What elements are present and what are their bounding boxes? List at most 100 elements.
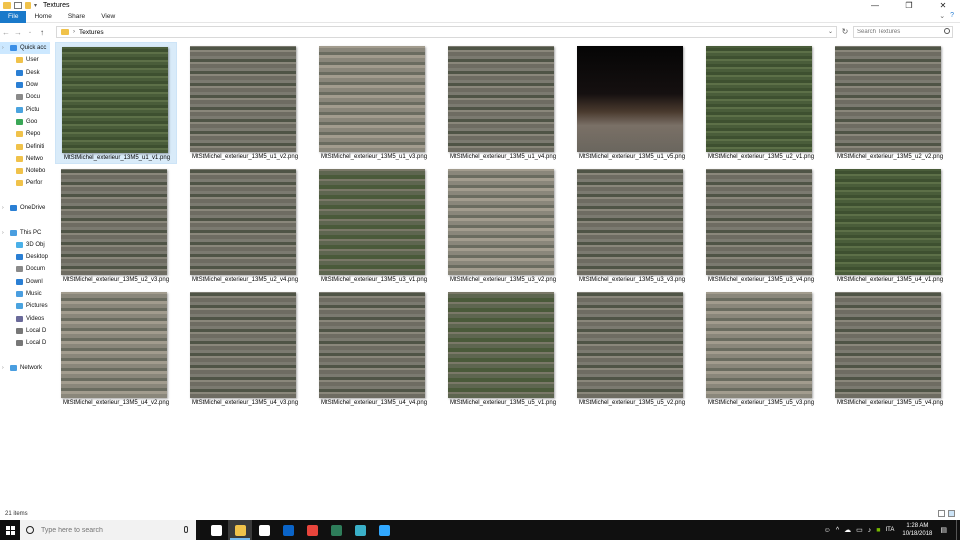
file-item[interactable]: MtStMichel_exterieur_13M5_u5_v1.png bbox=[442, 288, 564, 410]
file-item[interactable]: MtStMichel_exterieur_13M5_u3_v1.png bbox=[313, 165, 435, 287]
nav-item[interactable]: Notebo bbox=[0, 165, 50, 177]
tab-file[interactable]: File bbox=[0, 10, 27, 23]
file-item[interactable]: MtStMichel_exterieur_13M5_u1_v4.png bbox=[442, 42, 564, 164]
nav-item[interactable]: › This PC bbox=[0, 226, 50, 238]
file-item[interactable]: MtStMichel_exterieur_13M5_u2_v1.png bbox=[700, 42, 822, 164]
nav-item[interactable]: User bbox=[0, 54, 50, 66]
file-explorer-taskbar-button[interactable] bbox=[228, 520, 252, 540]
refresh-button[interactable]: ↻ bbox=[840, 27, 850, 36]
nav-item[interactable]: Dow bbox=[0, 79, 50, 91]
expand-arrow-icon[interactable]: › bbox=[2, 45, 4, 51]
nav-item-label: Docu bbox=[26, 94, 41, 101]
file-name: MtStMichel_exterieur_13M5_u1_v4.png bbox=[449, 154, 557, 160]
nav-item[interactable]: Downl bbox=[0, 276, 50, 288]
language-indicator[interactable]: ITA bbox=[885, 527, 894, 533]
nav-item[interactable]: Docu bbox=[0, 91, 50, 103]
taskbar-search-input[interactable] bbox=[41, 526, 171, 534]
microphone-icon[interactable] bbox=[184, 526, 188, 533]
folder-icon bbox=[16, 131, 23, 138]
network-icon[interactable]: ▭ bbox=[856, 526, 863, 534]
back-button[interactable]: ← bbox=[0, 28, 12, 37]
recent-locations-button[interactable]: ⌄ bbox=[24, 29, 36, 35]
nav-item[interactable]: Repo bbox=[0, 128, 50, 140]
nav-item[interactable]: Music bbox=[0, 288, 50, 300]
store-taskbar-button[interactable] bbox=[252, 520, 276, 540]
file-item[interactable]: MtStMichel_exterieur_13M5_u3_v3.png bbox=[571, 165, 693, 287]
nav-item[interactable]: Goo bbox=[0, 116, 50, 128]
large-icons-view-button[interactable] bbox=[948, 510, 955, 517]
file-item[interactable]: MtStMichel_exterieur_13M5_u3_v4.png bbox=[700, 165, 822, 287]
details-view-button[interactable] bbox=[938, 510, 945, 517]
nav-item[interactable]: Local D bbox=[0, 325, 50, 337]
help-icon[interactable]: ? bbox=[950, 12, 954, 20]
expand-ribbon-icon[interactable]: ⌄ bbox=[939, 12, 945, 20]
nav-item[interactable]: Netwo bbox=[0, 153, 50, 165]
expand-arrow-icon[interactable]: › bbox=[2, 205, 4, 211]
nav-item[interactable]: Pictu bbox=[0, 103, 50, 115]
task-view-taskbar-button[interactable] bbox=[204, 520, 228, 540]
nav-item[interactable]: 3D Obj bbox=[0, 239, 50, 251]
show-desktop-button[interactable] bbox=[956, 520, 960, 540]
file-item[interactable]: MtStMichel_exterieur_13M5_u4_v1.png bbox=[829, 165, 951, 287]
up-button[interactable]: ↑ bbox=[36, 28, 48, 37]
people-icon[interactable]: ☺ bbox=[824, 527, 831, 534]
file-item[interactable]: MtStMichel_exterieur_13M5_u4_v4.png bbox=[313, 288, 435, 410]
chevron-down-icon[interactable]: ⌄ bbox=[828, 28, 833, 35]
file-item[interactable]: MtStMichel_exterieur_13M5_u3_v2.png bbox=[442, 165, 564, 287]
file-item[interactable]: MtStMichel_exterieur_13M5_u5_v2.png bbox=[571, 288, 693, 410]
tab-view[interactable]: View bbox=[93, 11, 123, 23]
start-button[interactable] bbox=[0, 520, 20, 540]
address-bar[interactable]: › Textures ⌄ bbox=[56, 26, 837, 38]
file-item[interactable]: MtStMichel_exterieur_13M5_u1_v3.png bbox=[313, 42, 435, 164]
nav-item[interactable]: Desk bbox=[0, 67, 50, 79]
app-taskbar-button[interactable] bbox=[324, 520, 348, 540]
nvidia-icon[interactable]: ■ bbox=[876, 527, 880, 534]
file-item[interactable]: MtStMichel_exterieur_13M5_u4_v2.png bbox=[55, 288, 177, 410]
nav-item[interactable]: Local D bbox=[0, 337, 50, 349]
nav-item[interactable]: › Quick acc bbox=[0, 42, 50, 55]
breadcrumb-textures[interactable]: Textures bbox=[79, 29, 104, 36]
nav-item[interactable]: Definiti bbox=[0, 140, 50, 152]
file-item[interactable]: MtStMichel_exterieur_13M5_u2_v2.png bbox=[829, 42, 951, 164]
file-item[interactable]: MtStMichel_exterieur_13M5_u5_v3.png bbox=[700, 288, 822, 410]
maximize-button[interactable]: ❐ bbox=[892, 0, 926, 11]
photoshop-taskbar-button[interactable] bbox=[372, 520, 396, 540]
minimize-button[interactable]: — bbox=[858, 0, 892, 11]
nav-item[interactable]: Perfor bbox=[0, 177, 50, 189]
nav-item[interactable]: › OneDrive bbox=[0, 202, 50, 214]
onedrive-icon[interactable]: ☁ bbox=[844, 526, 851, 534]
taskbar-search[interactable] bbox=[20, 520, 196, 540]
file-item[interactable]: MtStMichel_exterieur_13M5_u2_v3.png bbox=[55, 165, 177, 287]
volume-icon[interactable]: ♪ bbox=[868, 527, 872, 534]
chrome-taskbar-button[interactable] bbox=[300, 520, 324, 540]
file-item[interactable]: MtStMichel_exterieur_13M5_u5_v4.png bbox=[829, 288, 951, 410]
nav-item[interactable]: Pictures bbox=[0, 300, 50, 312]
app-icon bbox=[330, 524, 342, 536]
tab-home[interactable]: Home bbox=[26, 11, 59, 23]
tab-share[interactable]: Share bbox=[60, 11, 93, 23]
file-item[interactable]: MtStMichel_exterieur_13M5_u1_v5.png bbox=[571, 42, 693, 164]
clock[interactable]: 1:28 AM 10/18/2018 bbox=[899, 522, 935, 538]
file-item[interactable]: MtStMichel_exterieur_13M5_u2_v4.png bbox=[184, 165, 306, 287]
forward-button[interactable]: → bbox=[12, 28, 24, 37]
meshlab-taskbar-button[interactable] bbox=[348, 520, 372, 540]
customize-toolbar-icon[interactable]: ▾ bbox=[34, 2, 37, 9]
folder-icon[interactable] bbox=[3, 2, 11, 9]
show-hidden-icons-icon[interactable]: ^ bbox=[836, 527, 839, 534]
file-item[interactable]: MtStMichel_exterieur_13M5_u1_v2.png bbox=[184, 42, 306, 164]
properties-icon[interactable] bbox=[14, 2, 22, 9]
nav-item[interactable]: Desktop bbox=[0, 251, 50, 263]
file-item[interactable]: MtStMichel_exterieur_13M5_u1_v1.png bbox=[55, 42, 177, 164]
nav-item[interactable]: Videos bbox=[0, 313, 50, 325]
outlook-taskbar-button[interactable] bbox=[276, 520, 300, 540]
expand-arrow-icon[interactable]: › bbox=[2, 230, 4, 236]
file-item[interactable]: MtStMichel_exterieur_13M5_u4_v3.png bbox=[184, 288, 306, 410]
nav-item[interactable]: › Network bbox=[0, 362, 50, 374]
expand-arrow-icon[interactable]: › bbox=[2, 365, 4, 371]
action-center-icon[interactable]: ▤ bbox=[940, 526, 947, 534]
search-input[interactable] bbox=[853, 26, 953, 38]
close-button[interactable]: ✕ bbox=[926, 0, 960, 11]
nav-item-label: Goo bbox=[26, 118, 38, 125]
nav-item[interactable]: Docum bbox=[0, 263, 50, 275]
new-folder-icon[interactable] bbox=[25, 2, 31, 9]
